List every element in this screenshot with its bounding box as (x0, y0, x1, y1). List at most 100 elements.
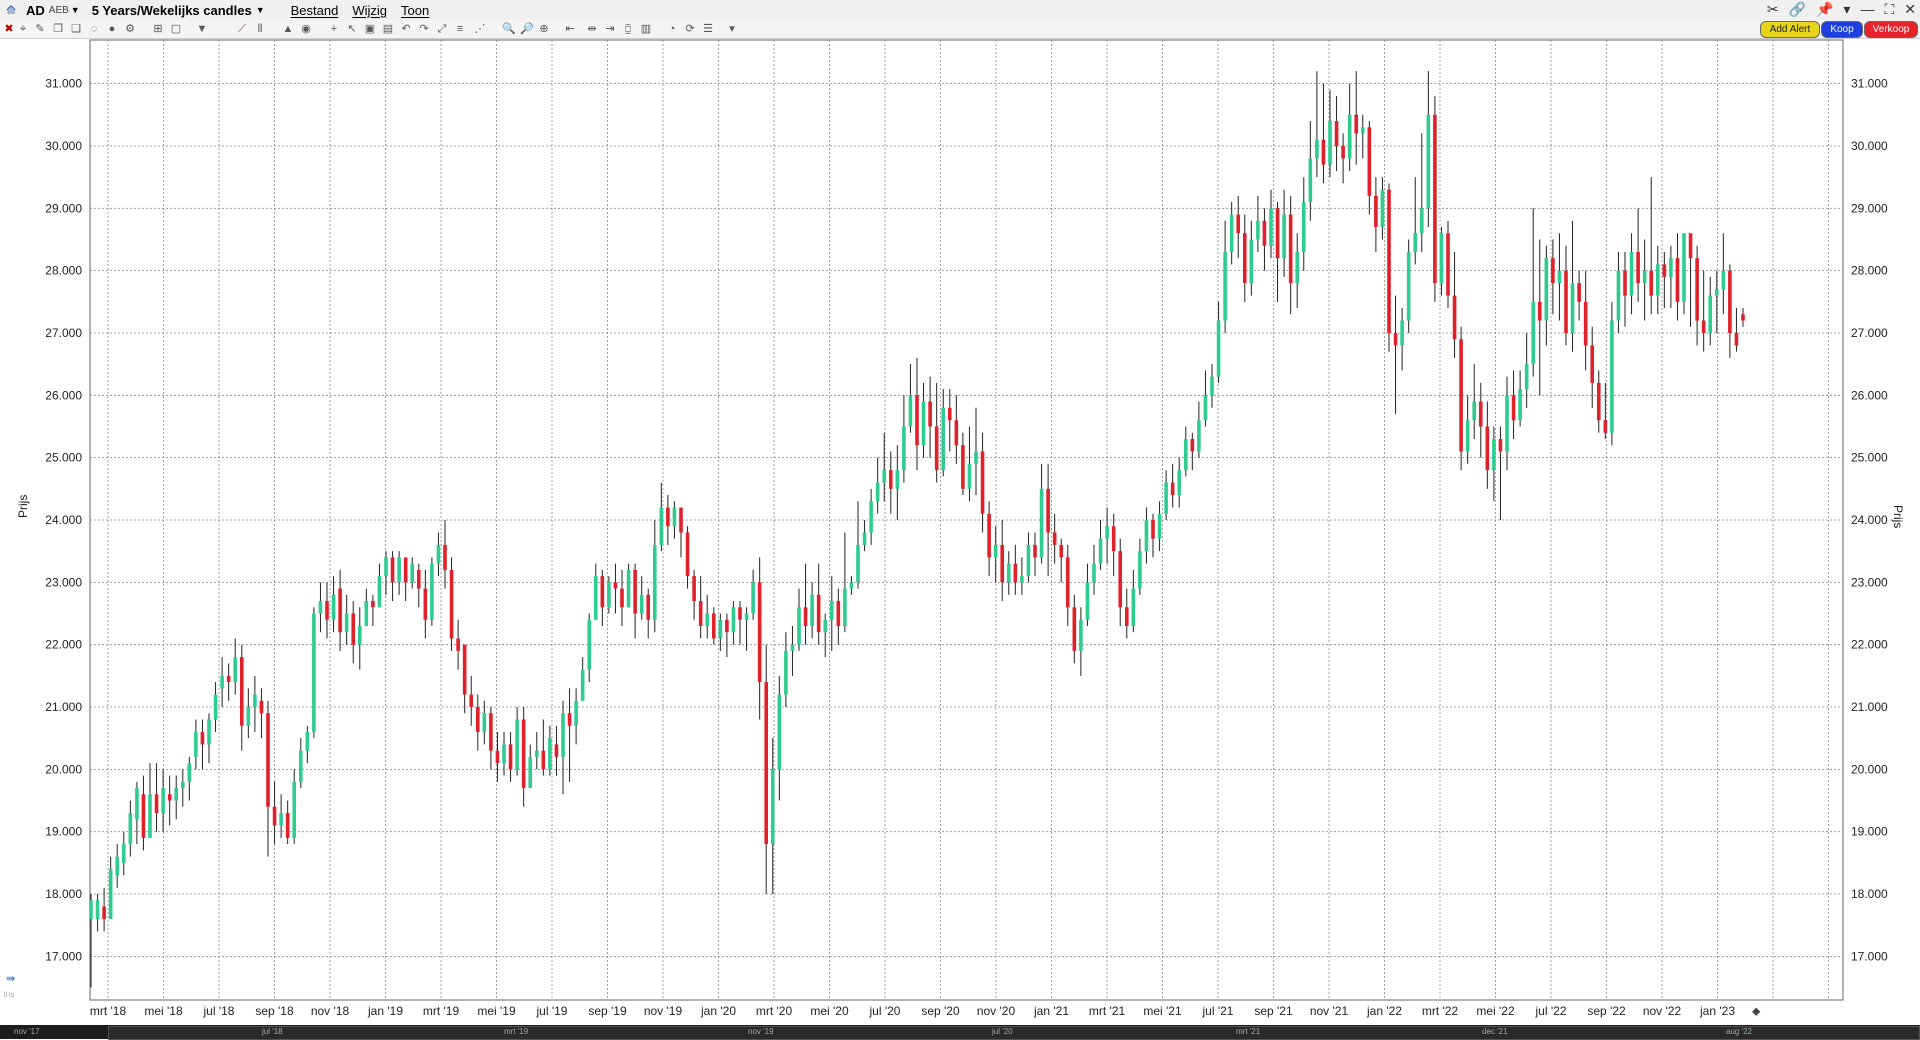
minimize-icon[interactable]: — (1860, 1, 1874, 18)
x-tick-label: sep '21 (1254, 1004, 1293, 1018)
y-tick-label-left: 21.000 (45, 700, 82, 714)
tools-icon[interactable]: ✂ (1767, 1, 1779, 18)
period-selector[interactable]: 5 Years/Wekelijks candles (92, 3, 252, 18)
scroll-right-icon[interactable]: ⇥ (604, 23, 616, 35)
candle-up (1229, 214, 1234, 252)
layout-icon[interactable]: ▢ (170, 23, 182, 35)
candle-down (888, 470, 893, 489)
candle-up (1524, 364, 1529, 390)
symbol-dropdown-icon[interactable]: ▼ (71, 5, 80, 15)
koop-button[interactable]: Koop (1821, 21, 1863, 38)
candle-icon[interactable]: ⧮ (622, 23, 634, 35)
scroll-thumb[interactable] (108, 1026, 1920, 1040)
candle-down (1334, 121, 1339, 146)
copy-icon[interactable]: ❐ (52, 23, 64, 35)
redo-icon[interactable]: ↷ (418, 23, 430, 35)
pointer-icon[interactable]: ↖ (346, 23, 358, 35)
y-tick-label-left: 29.000 (45, 201, 82, 215)
menu-wijzig[interactable]: Wijzig (352, 3, 387, 18)
symbol-label[interactable]: AD (26, 3, 45, 18)
cross-icon[interactable]: + (328, 23, 340, 35)
candle-down (259, 700, 264, 714)
candle-up (1426, 114, 1431, 209)
verkoop-button[interactable]: Verkoop (1864, 21, 1918, 38)
toolbar-dropdown-icon[interactable]: ▾ (726, 23, 738, 35)
save-icon[interactable]: ▣ (364, 23, 376, 35)
side-label: ll ls (4, 992, 15, 999)
candle-down (698, 601, 703, 626)
close-chart-icon[interactable]: ✖ (3, 23, 15, 35)
candle-down (685, 532, 690, 577)
link-icon[interactable]: 🔗 (1789, 1, 1806, 18)
y-tick-label-left: 27.000 (45, 326, 82, 340)
menu-bestand[interactable]: Bestand (291, 3, 339, 18)
scroll-left-icon[interactable]: ⇤ (564, 23, 576, 35)
candle-down (666, 507, 670, 527)
zoom-reset-icon[interactable]: ⊕ (538, 23, 550, 35)
refresh-icon[interactable]: ◌ (88, 23, 100, 35)
dropdown-icon[interactable]: ▾ (1843, 1, 1850, 18)
scroll-mid-icon[interactable]: ⇹ (586, 23, 598, 35)
fib-icon[interactable]: ≡ (454, 23, 466, 35)
close-icon[interactable]: ✕ (1904, 1, 1916, 18)
trend-icon[interactable]: ⤢ (436, 23, 448, 35)
candle-up (161, 788, 165, 813)
undo-icon[interactable]: ↶ (400, 23, 412, 35)
price-chart[interactable]: 17.000 17.000 18.000 18.000 19.000 19.000 20.0… (0, 38, 1920, 1025)
globe-icon[interactable]: ● (106, 23, 118, 35)
candle-up (1131, 588, 1136, 626)
x-tick-label: mei '22 (1476, 1004, 1515, 1018)
more-icon[interactable]: ☰ (702, 23, 714, 35)
menu-toon[interactable]: Toon (401, 3, 429, 18)
draw-tool-icon[interactable]: ⇛ (6, 972, 15, 985)
bar-type-icon[interactable]: ⫴ (254, 23, 266, 35)
candle-up (1406, 251, 1411, 321)
maximize-icon[interactable]: ⛶ (1884, 1, 1894, 18)
paste-icon[interactable]: ❏ (70, 23, 82, 35)
candle-up (1347, 114, 1352, 159)
candle-down (1498, 438, 1503, 452)
candle-up (770, 769, 775, 845)
candle-up (1098, 538, 1103, 564)
candle-down (1734, 332, 1739, 346)
draw-line-icon[interactable]: ⟋ (236, 23, 248, 35)
fan-icon[interactable]: ⋰ (474, 23, 486, 35)
x-tick-label: jul '22 (1535, 1004, 1567, 1018)
y-tick-label-right: 21.000 (1851, 700, 1888, 714)
candle-up (1216, 320, 1221, 377)
candle-down (423, 588, 428, 620)
target-icon[interactable]: ◉ (300, 23, 312, 35)
print-icon[interactable]: ▤ (382, 23, 394, 35)
y-tick-label-right: 23.000 (1851, 575, 1888, 589)
pie-icon[interactable]: ◔ (666, 23, 678, 35)
edit-icon[interactable]: ✎ (34, 23, 46, 35)
zoom-in-icon[interactable]: 🔍 (502, 23, 516, 35)
candle-down (154, 794, 159, 813)
indicator-icon[interactable]: ⊞ (152, 23, 164, 35)
period-dropdown-icon[interactable]: ▼ (256, 5, 265, 15)
filter-icon[interactable]: ▼ (196, 23, 208, 35)
crosshair-icon[interactable]: ⌖ (17, 23, 29, 35)
candle-up (89, 900, 93, 919)
candle-down (692, 576, 696, 602)
time-scrollbar[interactable] (0, 1025, 1920, 1040)
candle-down (1242, 233, 1247, 284)
scrollbar-date-label: jul '18 (262, 1027, 283, 1036)
zoom-out-icon[interactable]: 🔎 (520, 23, 534, 35)
candle-down (915, 395, 919, 446)
pin-icon[interactable]: 📌 (1816, 1, 1833, 18)
settings-icon[interactable]: ⚙ (124, 23, 136, 35)
area-icon[interactable]: ▲ (282, 23, 294, 35)
bar-chart-icon[interactable]: ▥ (640, 23, 652, 35)
y-tick-label-right: 17.000 (1851, 949, 1888, 963)
candle-up (318, 601, 323, 614)
y-tick-label-left: 28.000 (45, 264, 82, 278)
candle-down (1459, 339, 1463, 452)
sync-icon[interactable]: ⟳ (684, 23, 696, 35)
candle-up (1177, 470, 1182, 496)
candle-up (331, 594, 336, 620)
candle-up (718, 619, 723, 639)
add-alert-button[interactable]: Add Alert (1760, 21, 1820, 38)
candle-up (1413, 233, 1418, 252)
candle-up (1328, 121, 1332, 165)
